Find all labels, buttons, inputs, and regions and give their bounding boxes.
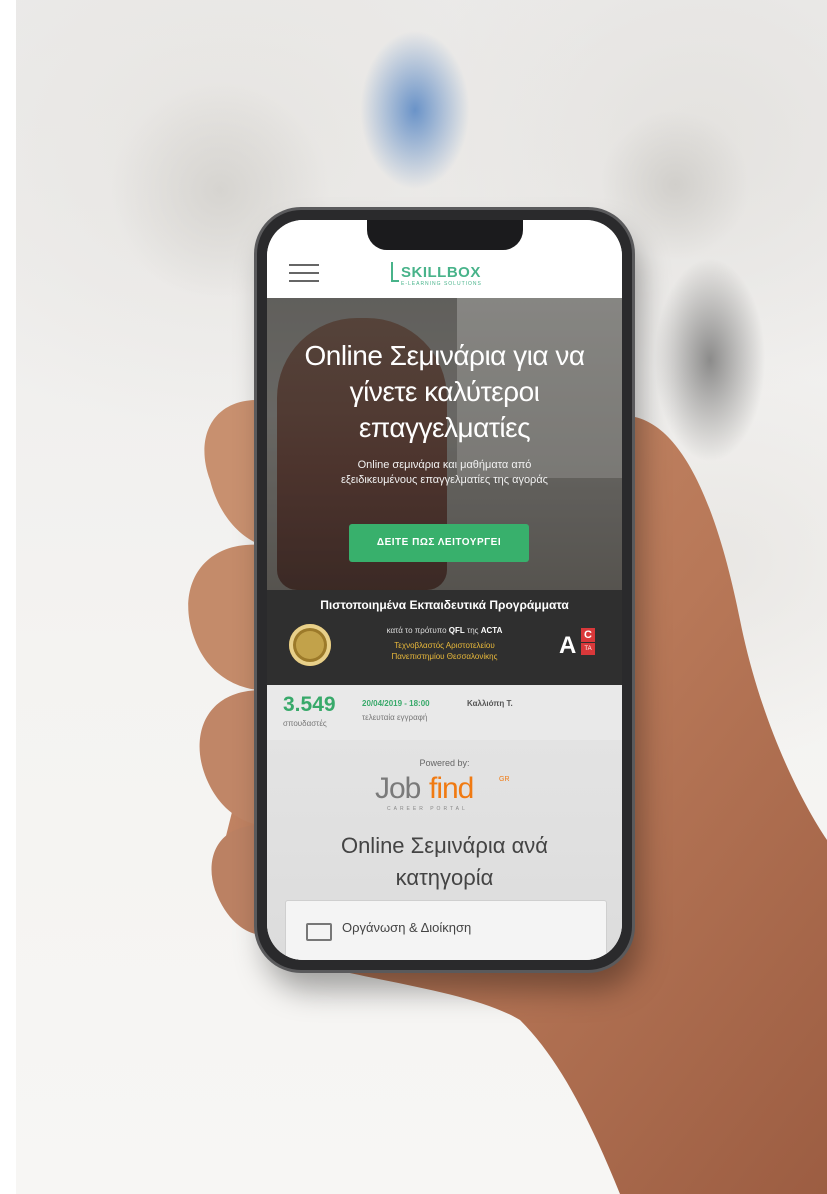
- last-signup-date: 20/04/2019 - 18:00: [362, 699, 430, 708]
- hero-banner: Online Σεμινάρια για να γίνετε καλύτεροι…: [267, 298, 622, 590]
- certification-title: Πιστοποιημένα Εκπαιδευτικά Προγράμματα: [320, 598, 569, 612]
- briefcase-icon: [306, 923, 332, 941]
- student-count-label: σπουδαστές: [283, 719, 327, 728]
- hero-title: Online Σεμινάρια για να γίνετε καλύτεροι…: [304, 340, 585, 443]
- hero-subtitle: Online σεμινάρια και μαθήματα από εξειδι…: [341, 459, 548, 486]
- skillbox-logo[interactable]: SKILLBOX E-LEARNING SOLUTIONS: [387, 260, 547, 290]
- last-signup-name: Καλλιόπη Τ.: [467, 699, 513, 708]
- categories-section: Powered by: Job find GR CAREER PORTAL On…: [267, 740, 622, 960]
- logo-mark: [391, 262, 399, 282]
- powered-by-label: Powered by:: [419, 758, 470, 768]
- certification-bar: Πιστοποιημένα Εκπαιδευτικά Προγράμματα κ…: [267, 590, 622, 685]
- logo-tagline: E-LEARNING SOLUTIONS: [401, 281, 482, 287]
- certification-issuer: Τεχνοβλαστός Αριστοτελείου Πανεπιστημίου…: [391, 641, 498, 661]
- phone-notch: [367, 220, 523, 250]
- category-label: Οργάνωση & Διοίκηση: [342, 920, 472, 935]
- stats-bar: 3.549 σπουδαστές 20/04/2019 - 18:00 Καλλ…: [267, 685, 622, 740]
- certification-standard: κατά το πρότυπο QFL της ACTA: [386, 626, 503, 635]
- category-item[interactable]: Οργάνωση & Διοίκηση: [285, 900, 607, 960]
- last-signup-label: τελευταία εγγραφή: [362, 713, 428, 722]
- jobfind-logo[interactable]: Job find GR CAREER PORTAL: [375, 772, 515, 812]
- acta-logo: A C TA: [559, 628, 599, 660]
- hamburger-menu-icon[interactable]: [289, 264, 319, 282]
- university-seal-icon: [289, 624, 331, 666]
- student-count: 3.549: [283, 693, 336, 716]
- how-it-works-button[interactable]: ΔΕΙΤΕ ΠΩΣ ΛΕΙΤΟΥΡΓΕΙ: [349, 524, 529, 562]
- smartphone: SKILLBOX E-LEARNING SOLUTIONS Online Σεμ…: [257, 210, 632, 970]
- logo-text: SKILLBOX: [401, 264, 481, 281]
- phone-screen: SKILLBOX E-LEARNING SOLUTIONS Online Σεμ…: [267, 220, 622, 960]
- categories-title: Online Σεμινάρια ανά κατηγορία: [340, 833, 549, 890]
